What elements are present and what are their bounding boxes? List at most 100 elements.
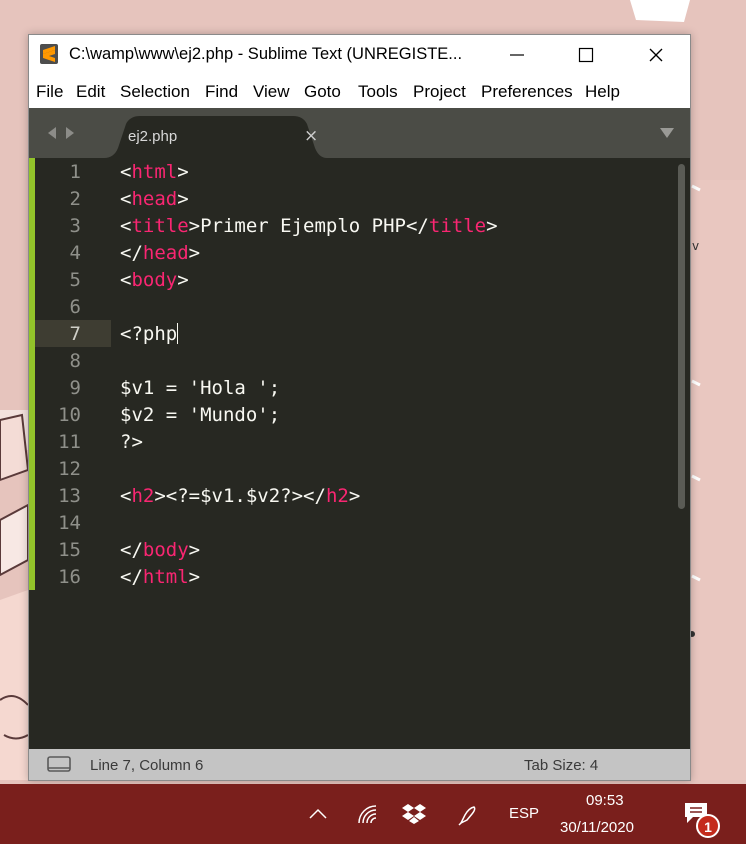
menu-view[interactable]: View: [253, 82, 290, 102]
menu-selection[interactable]: Selection: [120, 82, 190, 102]
tab-bar: ej2.php ×: [29, 108, 690, 158]
tab-dropdown-icon[interactable]: [658, 126, 676, 140]
code-line[interactable]: 8: [35, 347, 675, 374]
code-text: <title>Primer Ejemplo PHP</title>: [120, 215, 498, 237]
svg-text:v: v: [692, 239, 699, 253]
code-text: ?>: [120, 431, 143, 453]
code-line[interactable]: 13 <h2><?=$v1.$v2?></h2>: [35, 482, 675, 509]
input-language[interactable]: ESP: [509, 805, 539, 822]
clock-date[interactable]: 30/11/2020: [560, 819, 634, 836]
line-number: 15: [58, 539, 81, 561]
code-tag-token: h2: [325, 485, 349, 507]
menu-project[interactable]: Project: [413, 82, 466, 102]
code-token: >: [348, 485, 361, 507]
code-tag-token: head: [131, 188, 178, 210]
menu-help[interactable]: Help: [585, 82, 620, 102]
code-token: <: [120, 161, 132, 183]
code-token: $v1 = 'Hola ';: [120, 377, 281, 399]
code-token: >: [188, 539, 201, 561]
code-tag-token: body: [131, 269, 178, 291]
code-line[interactable]: 12: [35, 455, 675, 482]
line-number: 1: [69, 161, 81, 183]
code-text: $v1 = 'Hola ';: [120, 377, 280, 399]
code-line[interactable]: 4 </head>: [35, 239, 675, 266]
code-line[interactable]: 9 $v1 = 'Hola ';: [35, 374, 675, 401]
code-token: >Primer Ejemplo PHP</: [188, 215, 429, 237]
code-text: <head>: [120, 188, 189, 210]
code-editor[interactable]: 1 <html> 2 <head> 3 <title>Primer Ejemplo PHP…: [29, 158, 690, 749]
cursor-position[interactable]: Line 7, Column 6: [90, 757, 203, 774]
code-line[interactable]: 2 <head>: [35, 185, 675, 212]
text-caret: [177, 323, 179, 344]
tab-label: ej2.php: [128, 128, 178, 145]
menu-bar: File Edit Selection Find View Goto Tools…: [29, 75, 690, 108]
line-number: 11: [58, 431, 81, 453]
code-line[interactable]: 5 <body>: [35, 266, 675, 293]
code-text: <body>: [120, 269, 189, 291]
code-token: <?php: [120, 323, 178, 345]
line-number: 8: [69, 350, 81, 372]
minimize-button[interactable]: [494, 35, 540, 75]
menu-find[interactable]: Find: [205, 82, 238, 102]
maximize-button[interactable]: [563, 35, 609, 75]
line-number: 6: [69, 296, 81, 318]
code-token: >: [177, 161, 189, 183]
code-tag-token: body: [142, 539, 189, 561]
code-token: >: [188, 566, 201, 588]
code-token: >: [177, 269, 189, 291]
code-token: >: [177, 188, 189, 210]
line-number: 12: [58, 458, 81, 480]
code-line[interactable]: 14: [35, 509, 675, 536]
tab-nav-arrows-icon[interactable]: [44, 125, 80, 141]
code-line[interactable]: 6: [35, 293, 675, 320]
code-token: $v2 = 'Mundo';: [120, 404, 281, 426]
code-line[interactable]: 10 $v2 = 'Mundo';: [35, 401, 675, 428]
close-icon: [649, 48, 663, 62]
code-token: <: [120, 215, 132, 237]
menu-file[interactable]: File: [36, 82, 63, 102]
clock-time[interactable]: 09:53: [586, 792, 624, 809]
code-tag-token: title: [131, 215, 189, 237]
code-line[interactable]: 1 <html>: [35, 158, 675, 185]
console-toggle-icon[interactable]: [47, 756, 73, 774]
menu-preferences[interactable]: Preferences: [481, 82, 573, 102]
menu-goto[interactable]: Goto: [304, 82, 341, 102]
sublime-logo-icon: [40, 44, 58, 64]
wifi-icon[interactable]: [356, 804, 380, 826]
status-bar: Line 7, Column 6 Tab Size: 4: [29, 749, 690, 780]
code-tag-token: title: [428, 215, 487, 237]
tab-size[interactable]: Tab Size: 4: [524, 757, 598, 774]
close-button[interactable]: [633, 35, 679, 75]
line-number: 16: [58, 566, 81, 588]
code-token: <: [120, 485, 132, 507]
code-text: </head>: [120, 242, 200, 264]
title-bar[interactable]: C:\wamp\www\ej2.php - Sublime Text (UNRE…: [29, 35, 690, 75]
code-text: <?php: [120, 323, 179, 345]
code-text: <h2><?=$v1.$v2?></h2>: [120, 485, 360, 507]
code-token: ?>: [120, 431, 143, 453]
code-token: >: [486, 215, 498, 237]
line-number: 7: [69, 323, 81, 345]
code-line[interactable]: 7 <?php: [35, 320, 675, 347]
dropbox-icon[interactable]: [401, 803, 427, 825]
chevron-up-icon[interactable]: [308, 807, 328, 821]
taskbar: ESP 09:53 30/11/2020 1: [0, 784, 746, 844]
code-line[interactable]: 11 ?>: [35, 428, 675, 455]
code-line[interactable]: 16 </html>: [35, 563, 675, 590]
notification-count-badge: 1: [696, 814, 720, 838]
menu-tools[interactable]: Tools: [358, 82, 398, 102]
code-tag-token: html: [131, 161, 178, 183]
code-line[interactable]: 15 </body>: [35, 536, 675, 563]
code-token: <: [120, 188, 132, 210]
sublime-window: C:\wamp\www\ej2.php - Sublime Text (UNRE…: [28, 34, 691, 781]
pen-icon[interactable]: [457, 804, 479, 826]
line-number: 2: [69, 188, 81, 210]
code-text: $v2 = 'Mundo';: [120, 404, 280, 426]
code-token: </: [120, 539, 143, 561]
code-token: >: [188, 242, 201, 264]
menu-edit[interactable]: Edit: [76, 82, 105, 102]
code-tag-token: head: [142, 242, 189, 264]
code-line[interactable]: 3 <title>Primer Ejemplo PHP</title>: [35, 212, 675, 239]
scrollbar-thumb[interactable]: [678, 164, 685, 509]
tab-close-icon[interactable]: ×: [304, 126, 318, 146]
